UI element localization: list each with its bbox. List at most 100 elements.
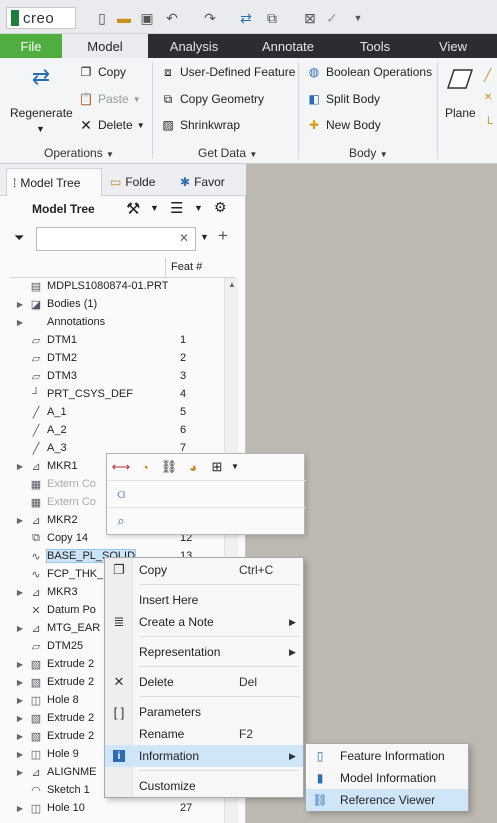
filter-icon[interactable]: ⏷ [14, 230, 24, 246]
select-filter-icon[interactable]: ⊞ [207, 457, 227, 477]
close-icon[interactable]: ⊠ [300, 8, 320, 28]
tree-item-label: Extrude 2 [47, 730, 95, 742]
tab-file[interactable]: File [0, 34, 62, 58]
expand-arrow-icon[interactable]: ▶ [14, 300, 26, 309]
new-file-icon[interactable]: ▯ [92, 8, 112, 28]
tab-annotate[interactable]: Annotate [240, 34, 336, 58]
tree-item-label: Extrude 2 [47, 658, 95, 670]
expand-arrow-icon[interactable]: ▶ [14, 714, 26, 723]
tab-folder-browser[interactable]: ▭ Folde [104, 168, 168, 196]
chevron-down-icon[interactable]: ▼ [36, 124, 45, 134]
menu-item-copy[interactable]: ❐ Copy Ctrl+C [105, 559, 303, 581]
expand-arrow-icon[interactable]: ▶ [14, 516, 26, 525]
tools-icon[interactable]: ⚒ [126, 199, 140, 219]
body-group-label[interactable]: Body ▼ [349, 146, 388, 160]
axis-icon[interactable]: ╱ [484, 68, 491, 82]
info-icon: i [105, 745, 133, 767]
fill-icon[interactable]: ◕ [183, 457, 203, 477]
submenu-item-label: Feature Information [340, 749, 445, 763]
submenu-item-label: Reference Viewer [340, 793, 436, 807]
undo-icon[interactable]: ↶ [162, 8, 182, 28]
plane-button[interactable]: Plane [445, 106, 476, 120]
split-body-button[interactable]: ◧ Split Body [306, 91, 380, 107]
operations-group-label[interactable]: Operations ▼ [44, 146, 114, 160]
dimension-icon[interactable]: ⟷ [111, 457, 131, 477]
menu-item-insert-here[interactable]: Insert Here [105, 589, 303, 611]
tree-item-label: Hole 10 [47, 802, 85, 814]
expand-arrow-icon[interactable]: ▶ [14, 318, 26, 327]
open-folder-icon[interactable]: ▬ [114, 8, 134, 28]
chevron-down-icon[interactable]: ▼ [150, 203, 159, 213]
delete-button[interactable]: ✕ Delete ▼ [78, 117, 144, 133]
chevron-down-icon[interactable]: ▼ [194, 203, 203, 213]
expand-arrow-icon[interactable]: ▶ [14, 462, 26, 471]
check-icon[interactable]: ✓ [322, 8, 342, 28]
chevron-down-icon[interactable]: ▼ [200, 232, 209, 242]
appearance-icon[interactable]: ◔ [135, 457, 155, 477]
boolean-operations-button[interactable]: ◍ Boolean Operations [306, 64, 432, 80]
expand-arrow-icon[interactable]: ▶ [14, 804, 26, 813]
expand-arrow-icon[interactable]: ▶ [14, 588, 26, 597]
menu-item-rename[interactable]: Rename F2 [105, 723, 303, 745]
expand-arrow-icon[interactable]: ▶ [14, 624, 26, 633]
menu-item-information[interactable]: i Information ▶ [105, 745, 303, 767]
menu-item-delete[interactable]: ✕ Delete Del [105, 671, 303, 693]
submenu-item-reference-viewer[interactable]: ⛓ Reference Viewer [306, 789, 468, 811]
redo-icon[interactable]: ↷ [200, 8, 220, 28]
regenerate-button[interactable]: Regenerate [10, 106, 73, 120]
expand-arrow-icon[interactable]: ▶ [14, 678, 26, 687]
windows-icon[interactable]: ⧉ [262, 8, 282, 28]
tab-model[interactable]: Model [62, 34, 148, 58]
paste-button[interactable]: 📋 Paste ▼ [78, 91, 141, 107]
search-input[interactable]: ✕ [36, 227, 196, 251]
expand-arrow-icon[interactable]: ▶ [14, 696, 26, 705]
menu-item-label: Rename [139, 727, 185, 741]
boolean-icon: ◍ [308, 65, 320, 79]
chevron-down-icon[interactable]: ▼ [231, 462, 239, 471]
clear-icon[interactable]: ✕ [179, 231, 189, 245]
tree-item-feat-number [180, 295, 204, 313]
submenu-item-model-information[interactable]: ▮ Model Information [306, 767, 468, 789]
regenerate-icon[interactable]: ⇄ [236, 8, 256, 28]
tab-view[interactable]: View [414, 34, 492, 58]
copy-button[interactable]: ❐ Copy [78, 64, 126, 80]
extrude-icon: ▧ [30, 730, 42, 743]
shrinkwrap-button[interactable]: ▨ Shrinkwrap [160, 117, 240, 133]
expand-arrow-icon[interactable]: ▶ [14, 768, 26, 777]
submenu-item-feature-information[interactable]: ▯ Feature Information [306, 745, 468, 767]
save-icon[interactable]: ▣ [137, 8, 157, 28]
new-body-button[interactable]: ✚ New Body [306, 117, 381, 133]
feat-column-header[interactable]: Feat # [171, 261, 202, 273]
menu-item-parameters[interactable]: [ ] Parameters [105, 701, 303, 723]
zoom-fit-icon[interactable]: ⌕ [111, 511, 131, 531]
expand-arrow-icon[interactable]: ▶ [14, 660, 26, 669]
dropdown-icon[interactable]: ▼ [348, 8, 368, 28]
menu-item-create-a-note[interactable]: ≣ Create a Note ▶ [105, 611, 303, 633]
csys-icon[interactable]: └ [484, 116, 493, 130]
udf-button[interactable]: ⧈ User-Defined Feature [160, 64, 295, 80]
expand-arrow-icon[interactable]: ▶ [14, 732, 26, 741]
show-icon[interactable]: ☰ [170, 199, 183, 217]
tab-model-tree[interactable]: ⁞ Model Tree [6, 168, 102, 196]
get-data-label: Get Data [198, 146, 247, 160]
copy-geometry-button[interactable]: ⧉ Copy Geometry [160, 91, 264, 107]
settings-icon[interactable]: ⚙ [214, 199, 227, 216]
tab-tools[interactable]: Tools [336, 34, 414, 58]
plane-icon[interactable] [446, 66, 474, 92]
scroll-up-icon[interactable]: ▲ [228, 280, 236, 289]
menu-item-representation[interactable]: Representation ▶ [105, 641, 303, 663]
boolean-label: Boolean Operations [326, 65, 433, 79]
split-body-label: Split Body [326, 92, 381, 106]
menu-item-customize[interactable]: Customize [105, 775, 303, 797]
tree-item-feat-number [180, 277, 204, 295]
menu-item-label: Create a Note [139, 615, 214, 629]
point-icon[interactable]: ✕ [484, 92, 492, 103]
edit-definition-icon[interactable]: ⫏ [111, 484, 131, 504]
tab-analysis[interactable]: Analysis [148, 34, 240, 58]
add-icon[interactable]: + [218, 226, 228, 246]
tab-favorites[interactable]: ✱ Favor [174, 168, 238, 196]
get-data-group-label[interactable]: Get Data ▼ [198, 146, 257, 160]
blank-icon [105, 589, 133, 611]
chain-icon[interactable]: ⛓ [159, 457, 179, 477]
expand-arrow-icon[interactable]: ▶ [14, 750, 26, 759]
